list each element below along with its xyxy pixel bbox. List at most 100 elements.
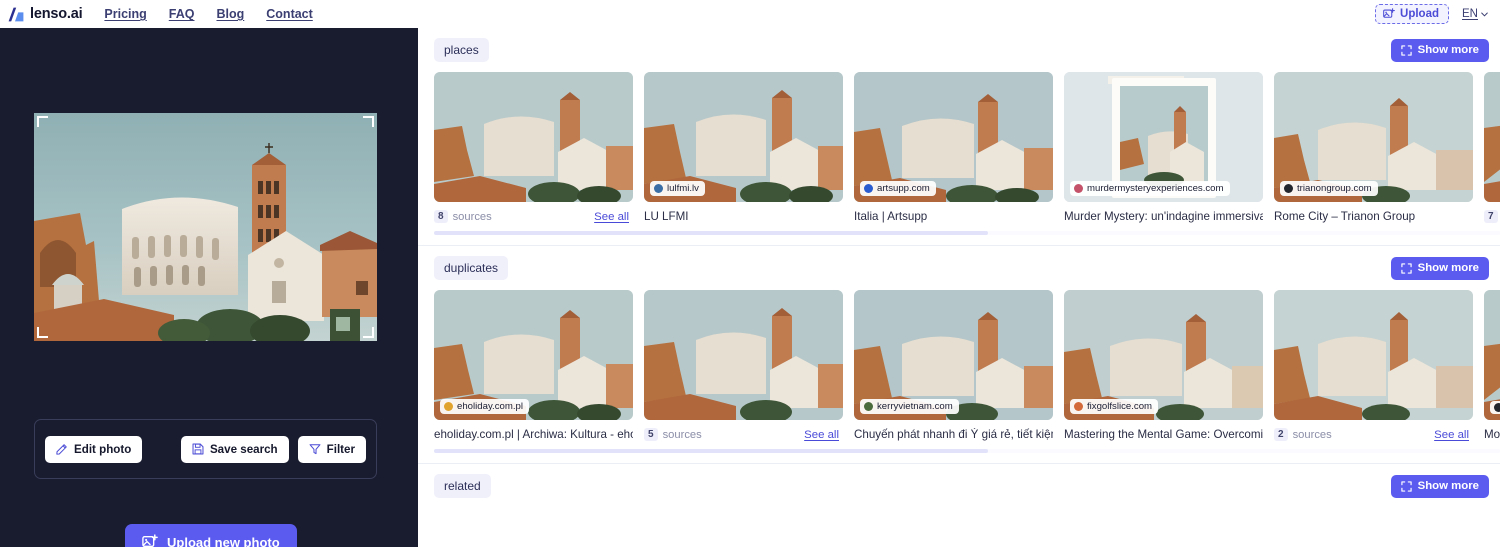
filter-button[interactable]: Filter bbox=[298, 436, 366, 463]
sources-row: 8 sources See all bbox=[434, 210, 633, 223]
source-badge-label: trianongroup.com bbox=[1297, 183, 1372, 194]
thumbnail-image bbox=[644, 290, 843, 420]
expand-icon bbox=[1401, 481, 1412, 492]
lenso-logo-icon bbox=[8, 7, 24, 22]
result-thumbnail[interactable]: kerryvietnam.com bbox=[854, 290, 1053, 420]
result-card[interactable]: eholiday.com.pl eholiday.com.pl | Archiw… bbox=[434, 290, 633, 441]
edit-photo-button[interactable]: Edit photo bbox=[45, 436, 142, 463]
language-selector[interactable]: EN bbox=[1462, 8, 1488, 20]
sources-row: 7 bbox=[1484, 210, 1500, 223]
section-duplicates-header: duplicates Show more bbox=[418, 246, 1500, 290]
duplicates-card-strip[interactable]: eholiday.com.pl eholiday.com.pl | Archiw… bbox=[418, 290, 1500, 441]
duplicates-scrollbar[interactable] bbox=[434, 449, 1500, 453]
section-places-header: places Show more bbox=[418, 28, 1500, 72]
sources-count: 2 bbox=[1274, 428, 1288, 441]
result-card-partial[interactable]: Mo bbox=[1484, 290, 1500, 441]
show-more-duplicates-label: Show more bbox=[1418, 262, 1479, 274]
upload-button[interactable]: Upload bbox=[1375, 4, 1449, 24]
result-thumbnail[interactable] bbox=[1484, 72, 1500, 202]
crop-handle-bottom-right[interactable] bbox=[363, 327, 374, 338]
chevron-down-icon bbox=[1481, 12, 1488, 17]
result-card[interactable]: lulfmi.lv LU LFMI bbox=[644, 72, 843, 223]
crop-handle-top-left[interactable] bbox=[37, 116, 48, 127]
result-thumbnail[interactable]: eholiday.com.pl bbox=[434, 290, 633, 420]
source-badge[interactable]: lulfmi.lv bbox=[650, 181, 705, 196]
source-badge[interactable]: murdermysteryexperiences.com bbox=[1070, 181, 1230, 196]
show-more-duplicates-button[interactable]: Show more bbox=[1391, 257, 1489, 280]
source-badge[interactable]: artsupp.com bbox=[860, 181, 936, 196]
result-thumbnail[interactable] bbox=[644, 290, 843, 420]
result-caption: Italia | Artsupp bbox=[854, 210, 1053, 223]
expand-icon bbox=[1401, 263, 1412, 274]
result-thumbnail[interactable]: murdermysteryexperiences.com bbox=[1064, 72, 1263, 202]
floppy-save-icon bbox=[192, 443, 204, 455]
show-more-places-button[interactable]: Show more bbox=[1391, 39, 1489, 62]
result-thumbnail[interactable]: trianongroup.com bbox=[1274, 72, 1473, 202]
section-tag-places: places bbox=[434, 38, 489, 62]
result-card[interactable]: kerryvietnam.com Chuyến phát nhanh đi Ý … bbox=[854, 290, 1053, 441]
see-all-link[interactable]: See all bbox=[594, 211, 633, 223]
sources-row: 5 sources See all bbox=[644, 428, 843, 441]
nav-link-faq[interactable]: FAQ bbox=[169, 7, 195, 21]
see-all-link[interactable]: See all bbox=[1434, 429, 1473, 441]
result-thumbnail[interactable]: artsupp.com bbox=[854, 72, 1053, 202]
favicon-icon bbox=[444, 402, 453, 411]
section-tag-duplicates: duplicates bbox=[434, 256, 508, 280]
result-caption: Murder Mystery: un'indagine immersiva bbox=[1064, 210, 1263, 223]
source-badge[interactable]: fixgolfslice.com bbox=[1070, 399, 1158, 414]
result-thumbnail[interactable]: fixgolfslice.com bbox=[1064, 290, 1263, 420]
result-card-partial[interactable]: 7 bbox=[1484, 72, 1500, 223]
result-thumbnail[interactable] bbox=[1274, 290, 1473, 420]
source-badge[interactable]: kerryvietnam.com bbox=[860, 399, 959, 414]
result-caption: eholiday.com.pl | Archiwa: Kultura - eho… bbox=[434, 428, 633, 441]
source-badge[interactable] bbox=[1490, 401, 1500, 414]
thumbnail-image bbox=[1274, 290, 1473, 420]
brand-logo[interactable]: lenso.ai bbox=[0, 6, 82, 22]
query-photo-preview[interactable] bbox=[34, 113, 377, 341]
image-upload-icon bbox=[142, 534, 158, 547]
favicon-icon bbox=[864, 402, 873, 411]
results-panel: places Show more bbox=[418, 28, 1500, 547]
favicon-icon bbox=[1074, 184, 1083, 193]
main-nav: Pricing FAQ Blog Contact bbox=[104, 7, 312, 21]
see-all-link[interactable]: See all bbox=[804, 429, 843, 441]
places-scrollbar[interactable] bbox=[434, 231, 1500, 235]
upload-new-photo-button[interactable]: Upload new photo bbox=[125, 524, 297, 547]
source-badge[interactable]: eholiday.com.pl bbox=[440, 399, 529, 414]
result-card[interactable]: murdermysteryexperiences.com Murder Myst… bbox=[1064, 72, 1263, 223]
language-selector-value: EN bbox=[1462, 8, 1478, 20]
show-more-related-label: Show more bbox=[1418, 480, 1479, 492]
crop-handle-bottom-left[interactable] bbox=[37, 327, 48, 338]
source-badge-label: fixgolfslice.com bbox=[1087, 401, 1152, 412]
result-card[interactable]: 8 sources See all bbox=[434, 72, 633, 223]
result-thumbnail[interactable] bbox=[434, 72, 633, 202]
brand-name: lenso.ai bbox=[30, 6, 82, 22]
result-thumbnail[interactable]: lulfmi.lv bbox=[644, 72, 843, 202]
favicon-icon bbox=[1494, 403, 1500, 412]
upload-new-photo-label: Upload new photo bbox=[167, 535, 280, 547]
thumbnail-image bbox=[434, 72, 633, 202]
source-badge-label: lulfmi.lv bbox=[667, 183, 699, 194]
result-card[interactable]: fixgolfslice.com Mastering the Mental Ga… bbox=[1064, 290, 1263, 441]
show-more-related-button[interactable]: Show more bbox=[1391, 475, 1489, 498]
lenso-search-results-page: lenso.ai Pricing FAQ Blog Contact Upload… bbox=[0, 0, 1500, 547]
places-scrollbar-thumb[interactable] bbox=[434, 231, 988, 235]
duplicates-scrollbar-thumb[interactable] bbox=[434, 449, 988, 453]
result-card[interactable]: 2 sources See all bbox=[1274, 290, 1473, 441]
result-thumbnail[interactable] bbox=[1484, 290, 1500, 420]
places-card-strip[interactable]: 8 sources See all bbox=[418, 72, 1500, 223]
section-places: places Show more bbox=[418, 28, 1500, 246]
nav-link-blog[interactable]: Blog bbox=[216, 7, 244, 21]
nav-link-contact[interactable]: Contact bbox=[266, 7, 313, 21]
result-card[interactable]: artsupp.com Italia | Artsupp bbox=[854, 72, 1053, 223]
source-badge[interactable]: trianongroup.com bbox=[1280, 181, 1378, 196]
result-card[interactable]: trianongroup.com Rome City – Trianon Gro… bbox=[1274, 72, 1473, 223]
sources-count: 5 bbox=[644, 428, 658, 441]
pencil-edit-icon bbox=[56, 443, 68, 455]
crop-handle-top-right[interactable] bbox=[363, 116, 374, 127]
favicon-icon bbox=[1284, 184, 1293, 193]
save-search-button[interactable]: Save search bbox=[181, 436, 289, 463]
expand-icon bbox=[1401, 45, 1412, 56]
nav-link-pricing[interactable]: Pricing bbox=[104, 7, 146, 21]
result-card[interactable]: 5 sources See all bbox=[644, 290, 843, 441]
